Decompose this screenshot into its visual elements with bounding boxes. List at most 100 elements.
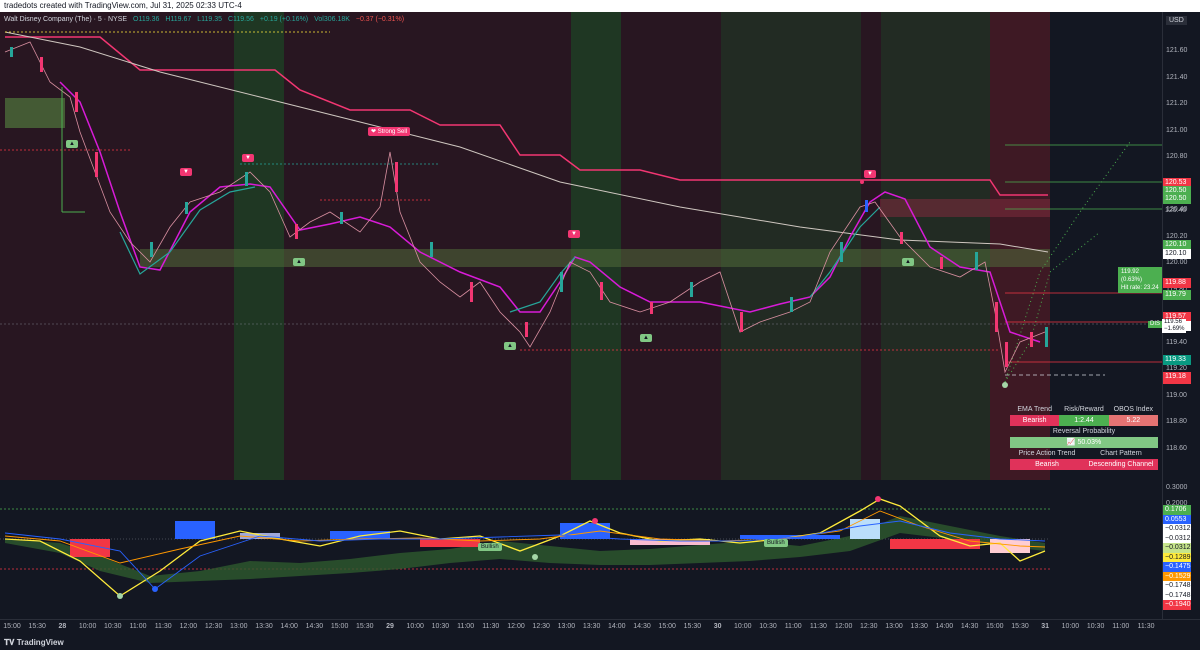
time-tick: 15:00 — [658, 623, 676, 630]
price-tick: 119.40 — [1166, 338, 1187, 346]
osc-label: −0.1289 — [1163, 552, 1191, 563]
price-tick: 120.20 — [1166, 232, 1188, 240]
low-value: L119.35 — [197, 16, 223, 23]
sell-marker-icon: ▼ — [568, 230, 580, 238]
ema-trend-value: Bearish — [1010, 415, 1060, 426]
chart-pattern-label: Chart Pattern — [1100, 450, 1142, 457]
sell-marker-icon: ▼ — [864, 170, 876, 178]
risk-reward-label: Risk/Reward — [1064, 406, 1104, 413]
osc-label: −0.0312 — [1163, 543, 1191, 553]
time-tick: 15:00 — [986, 623, 1004, 630]
time-tick: 10:00 — [1061, 623, 1080, 630]
oscillator-pane[interactable]: Bullish Bullish — [0, 481, 1162, 619]
time-tick: 10:30 — [431, 623, 450, 630]
time-tick: 13:30 — [582, 623, 601, 630]
price-label: 119.18 — [1163, 372, 1191, 382]
time-tick: 13:30 — [910, 623, 928, 630]
hit-rate-price: 119.92 (0.63%) — [1121, 269, 1143, 283]
price-label: 120.40 — [1165, 207, 1187, 214]
price-tick: 121.00 — [1166, 126, 1188, 134]
obos-value: 5.22 — [1108, 415, 1158, 426]
main-price-chart[interactable]: ❤ Strong Sell ▼ ▼ ▼ ▼ ▲ ▲ ▲ ▲ ▲ 119.92 (… — [0, 12, 1162, 480]
time-tick: 10:00 — [78, 623, 97, 630]
time-tick: 14:30 — [960, 623, 979, 630]
reversal-label: Reversal Probability — [1052, 428, 1116, 435]
reversal-value: 📈 50.03% — [1010, 437, 1158, 448]
symbol-legend: Walt Disney Company (The) · 5 · NYSE O11… — [4, 16, 408, 23]
osc-label: −0.0312 — [1163, 524, 1191, 534]
price-tick: 120.00 — [1166, 259, 1188, 266]
price-tick: 118.80 — [1166, 418, 1187, 425]
tradingview-logo[interactable]: 𝐓𝐕 TradingView — [4, 638, 64, 648]
time-tick: 11:30 — [154, 623, 172, 630]
price-action-value: Bearish — [1010, 459, 1084, 470]
osc-label: −0.1940 — [1163, 600, 1191, 610]
price-tick: 118.60 — [1166, 444, 1187, 452]
time-tick: 10:00 — [406, 623, 424, 630]
change-value: +0.19 (+0.16%) — [259, 16, 309, 23]
time-tick: 11:30 — [809, 623, 827, 630]
price-tick: 121.40 — [1166, 73, 1188, 81]
osc-label: −0.1748 — [1163, 590, 1191, 601]
dis-symbol: DIS — [1148, 321, 1163, 328]
footer — [0, 635, 1200, 650]
time-tick: 11:30 — [482, 623, 500, 630]
time-tick: 11:00 — [457, 623, 475, 630]
osc-label: −0.1475 — [1163, 562, 1191, 572]
close-value: C119.56 — [227, 16, 254, 23]
oscillator-canvas — [0, 496, 1050, 599]
time-tick: 12:00 — [507, 623, 525, 630]
sell-marker-icon: ▼ — [180, 168, 192, 176]
time-tick: 12:30 — [860, 623, 878, 630]
time-tick: 12:30 — [532, 623, 550, 630]
time-tick: 14:00 — [608, 623, 626, 630]
tradingview-icon: 𝐓𝐕 — [4, 638, 17, 647]
ema-trend-label: EMA Trend — [1017, 406, 1052, 413]
price-label: 119.79 — [1163, 290, 1191, 300]
currency-label[interactable]: USD — [1166, 16, 1187, 25]
time-tick: 10:30 — [104, 623, 122, 630]
sell-marker-icon: ▼ — [242, 154, 254, 162]
time-tick: 28 — [58, 623, 67, 630]
time-tick: 11:00 — [1112, 623, 1130, 630]
time-tick: 13:30 — [255, 623, 273, 630]
buy-marker-icon: ▲ — [66, 140, 78, 148]
time-tick: 10:30 — [759, 623, 777, 630]
obos-label: OBOS Index — [1113, 406, 1153, 413]
buy-marker-icon: ▲ — [504, 342, 516, 350]
buy-marker-icon: ▲ — [902, 258, 914, 266]
price-tick: 121.60 — [1166, 47, 1188, 54]
osc-tick: 0.3000 — [1166, 484, 1188, 491]
time-tick: 15:00 — [3, 623, 21, 630]
price-label: 119.88 — [1163, 278, 1191, 288]
time-tick: 11:00 — [784, 623, 802, 630]
time-tick: 15:30 — [356, 623, 374, 630]
trend-info-panel: EMA Trend Risk/Reward OBOS Index Bearish… — [1010, 404, 1158, 470]
strong-sell-label: Strong Sell — [377, 129, 408, 135]
time-tick: 12:00 — [834, 623, 853, 630]
time-tick: 13:00 — [557, 623, 576, 630]
price-label: 119.33 — [1163, 355, 1191, 365]
bullish-badge: Bullish — [764, 539, 788, 547]
osc-label: −0.1529 — [1163, 571, 1191, 582]
price-tick: 121.20 — [1166, 100, 1188, 107]
buy-marker-icon: ▲ — [640, 334, 652, 342]
time-tick: 13:00 — [230, 623, 248, 630]
dis-change: −1.69% — [1164, 326, 1185, 332]
time-tick: 10:30 — [1086, 623, 1105, 630]
symbol-name[interactable]: Walt Disney Company (The) · 5 · NYSE — [4, 16, 127, 23]
time-tick: 12:00 — [179, 623, 198, 630]
time-tick: 14:00 — [935, 623, 954, 630]
brand-name: TradingView — [16, 638, 64, 647]
price-tick: 119.00 — [1166, 391, 1187, 399]
open-value: O119.36 — [133, 16, 160, 23]
time-tick: 10:00 — [734, 623, 752, 630]
time-tick: 29 — [386, 623, 394, 630]
time-tick: 11:30 — [1137, 623, 1155, 630]
high-value: H119.67 — [165, 16, 192, 23]
time-tick: 15:00 — [330, 623, 349, 630]
price-label: 120.10 — [1163, 249, 1191, 259]
price-tick: 120.80 — [1166, 153, 1188, 160]
volume-change: −0.37 (−0.31%) — [355, 16, 405, 23]
time-tick: 15:30 — [1011, 623, 1029, 630]
